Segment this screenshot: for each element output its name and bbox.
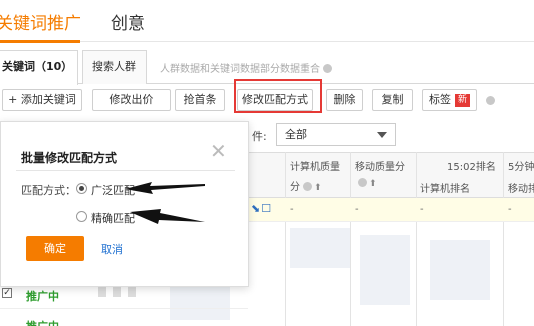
arrow-to-broad-option (125, 182, 205, 194)
arrow-to-exact-option (130, 209, 205, 224)
arrow-annotation (125, 182, 205, 224)
